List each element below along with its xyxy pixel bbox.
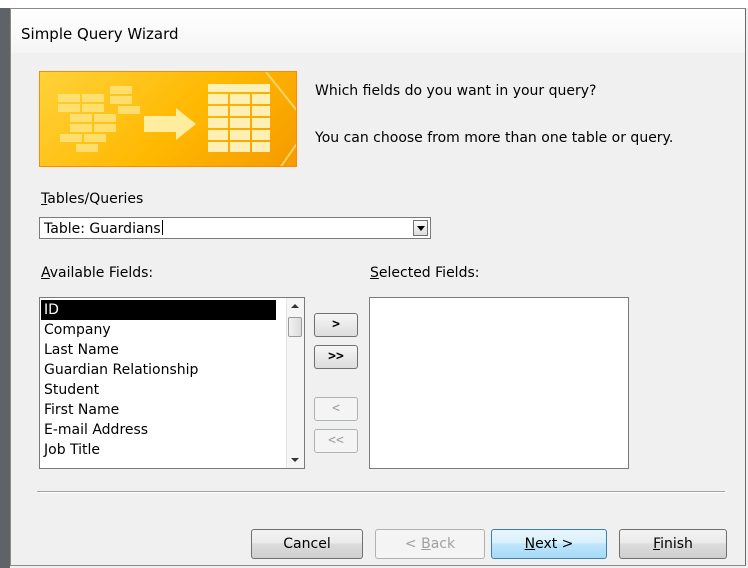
available-field-item[interactable]: Guardian Relationship xyxy=(41,360,276,380)
separator xyxy=(37,491,725,493)
tables-queries-label: Tables/Queries xyxy=(41,191,144,207)
remove-field-button[interactable]: < xyxy=(314,397,358,421)
cancel-button[interactable]: Cancel xyxy=(251,529,363,559)
scroll-up-arrow-icon[interactable] xyxy=(287,298,304,315)
available-field-item[interactable]: Last Name xyxy=(41,340,276,360)
wizard-illustration xyxy=(39,71,297,167)
add-field-button[interactable]: > xyxy=(314,313,358,337)
wizard-hint: You can choose from more than one table … xyxy=(315,130,674,146)
tables-queries-value: Table: Guardians xyxy=(44,220,163,237)
add-all-fields-button[interactable]: >> xyxy=(314,345,358,369)
wizard-question: Which fields do you want in your query? xyxy=(315,83,597,99)
title-bar[interactable]: Simple Query Wizard xyxy=(11,9,745,53)
selected-fields-label: Selected Fields: xyxy=(370,265,480,281)
available-field-item[interactable]: ID xyxy=(41,300,276,320)
available-fields-label: Available Fields: xyxy=(41,265,154,281)
available-fields-list[interactable]: ID Company Last Name Guardian Relationsh… xyxy=(39,297,305,469)
available-field-item[interactable]: E-mail Address xyxy=(41,420,276,440)
text-caret xyxy=(161,220,163,235)
desktop-top xyxy=(0,0,748,8)
desktop-edge xyxy=(0,0,10,568)
scroll-down-arrow-icon[interactable] xyxy=(287,451,304,468)
table-to-query-icon xyxy=(58,72,296,166)
back-button[interactable]: < Back xyxy=(375,529,485,559)
tables-queries-combobox[interactable]: Table: Guardians xyxy=(39,217,431,239)
available-field-item[interactable]: First Name xyxy=(41,400,276,420)
chevron-down-icon[interactable] xyxy=(413,220,428,236)
selected-fields-list[interactable] xyxy=(369,297,629,469)
remove-all-fields-button[interactable]: << xyxy=(314,429,358,453)
next-button[interactable]: Next > xyxy=(491,529,607,559)
scroll-thumb[interactable] xyxy=(288,317,302,337)
wizard-dialog: Simple Query Wizard Which fields do you … xyxy=(10,8,746,566)
available-field-item[interactable]: Student xyxy=(41,380,276,400)
available-field-item[interactable]: Job Title xyxy=(41,440,276,460)
finish-button[interactable]: Finish xyxy=(619,529,727,559)
vertical-scrollbar[interactable] xyxy=(286,298,304,468)
available-field-item[interactable]: Company xyxy=(41,320,276,340)
dialog-title: Simple Query Wizard xyxy=(21,25,179,43)
